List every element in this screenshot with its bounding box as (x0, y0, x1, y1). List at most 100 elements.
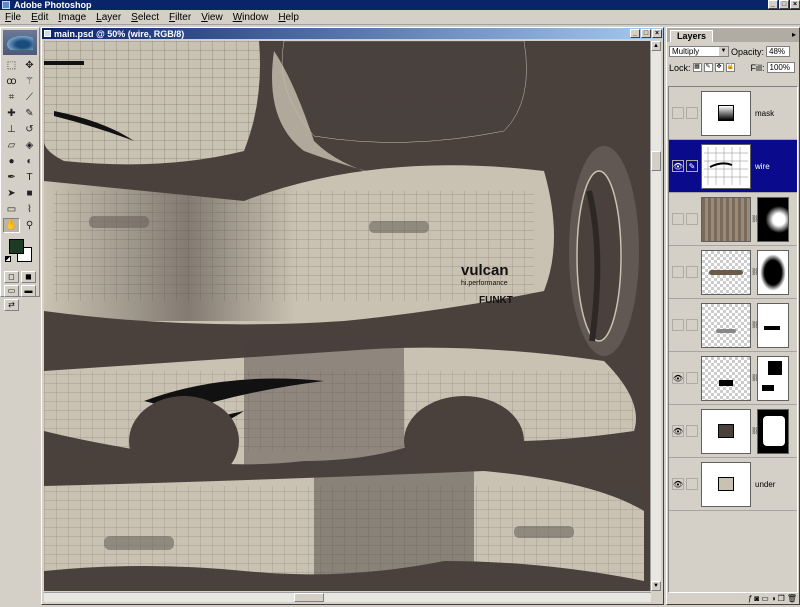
pen-tool-icon[interactable]: ✒ (3, 170, 20, 185)
menu-select[interactable]: Select (126, 12, 164, 23)
bucket-tool-icon[interactable]: ◈ (21, 138, 38, 153)
layer-mask-thumbnail[interactable] (757, 408, 789, 454)
layer-row[interactable]: 👁 ⛓ (669, 405, 797, 458)
toolbox-header[interactable] (3, 30, 37, 55)
hand-tool-icon[interactable]: ✋ (3, 218, 20, 233)
layer-thumbnail (701, 90, 751, 136)
move-tool-icon[interactable]: ✥ (21, 58, 38, 73)
doc-maximize-button[interactable]: □ (641, 29, 651, 38)
lock-all-icon[interactable]: 🔒 (725, 63, 735, 72)
crop-tool-icon[interactable]: ⌗ (3, 90, 20, 105)
slice-tool-icon[interactable]: ⟋ (21, 90, 38, 105)
adjustment-layer-icon[interactable]: ◑ (771, 594, 776, 603)
new-set-icon[interactable]: ▭ (761, 594, 769, 603)
marquee-tool-icon[interactable]: ⬚ (3, 58, 20, 73)
link-toggle[interactable] (686, 107, 698, 119)
document-title-bar[interactable]: main.psd @ 50% (wire, RGB/8) _ □ × (42, 28, 663, 39)
screen-mode-full-button[interactable]: ▬ (21, 285, 36, 297)
add-mask-icon[interactable]: ◙ (754, 594, 759, 603)
link-toggle[interactable] (686, 372, 698, 384)
vertical-scrollbar[interactable]: ▲ ▼ (650, 41, 661, 591)
link-toggle[interactable] (686, 266, 698, 278)
lock-image-icon[interactable]: ✎ (703, 63, 713, 72)
menu-image[interactable]: Image (53, 12, 91, 23)
jump-to-imageready-button[interactable]: ⇄ (4, 299, 19, 311)
tab-layers[interactable]: Layers (670, 30, 714, 42)
minimize-button[interactable]: _ (768, 0, 778, 9)
blend-mode-select[interactable]: Multiply ▼ (669, 46, 729, 57)
doc-minimize-button[interactable]: _ (630, 29, 640, 38)
standard-mode-button[interactable]: ◻ (4, 271, 19, 283)
menu-help[interactable]: Help (273, 12, 304, 23)
scroll-up-icon[interactable]: ▲ (651, 41, 661, 51)
blur-tool-icon[interactable]: ● (3, 154, 20, 169)
horizontal-scroll-thumb[interactable] (294, 593, 324, 602)
close-button[interactable]: × (790, 0, 800, 9)
trash-icon[interactable]: 🗑 (787, 594, 797, 603)
scroll-down-icon[interactable]: ▼ (651, 581, 661, 591)
brush-tool-icon[interactable]: ✎ (21, 106, 38, 121)
fill-field[interactable]: 100% (766, 62, 795, 73)
menu-file[interactable]: File (0, 12, 26, 23)
layer-mask-thumbnail[interactable] (757, 355, 789, 401)
menu-window[interactable]: Window (228, 12, 274, 23)
stamp-tool-icon[interactable]: ⊥ (3, 122, 20, 137)
layer-style-icon[interactable]: ƒ (748, 594, 752, 603)
link-toggle[interactable] (686, 213, 698, 225)
menu-view[interactable]: View (196, 12, 228, 23)
lock-transparency-icon[interactable]: ▦ (692, 63, 702, 72)
link-toggle[interactable] (686, 319, 698, 331)
visibility-toggle[interactable] (672, 213, 684, 225)
document-title: main.psd @ 50% (wire, RGB/8) (54, 28, 185, 39)
layer-mask-thumbnail[interactable] (757, 249, 789, 295)
type-tool-icon[interactable]: T (21, 170, 38, 185)
visibility-toggle[interactable] (672, 107, 684, 119)
layer-row[interactable]: ⛓ (669, 246, 797, 299)
link-toggle[interactable] (686, 478, 698, 490)
eye-icon[interactable]: 👁 (672, 425, 684, 437)
lock-position-icon[interactable]: ✥ (714, 63, 724, 72)
zoom-tool-icon[interactable]: ⚲ (21, 218, 38, 233)
layer-row-under[interactable]: 👁 under (669, 458, 797, 511)
quickmask-mode-button[interactable]: ◼ (21, 271, 36, 283)
default-colors-icon[interactable] (5, 256, 11, 262)
layer-row-mask[interactable]: mask (669, 87, 797, 140)
path-select-tool-icon[interactable]: ➤ (3, 186, 20, 201)
layer-thumbnail (701, 196, 751, 242)
layer-row[interactable]: ⛓ (669, 193, 797, 246)
brush-icon[interactable]: ✎ (686, 160, 698, 172)
doc-close-button[interactable]: × (652, 29, 662, 38)
foreground-color-swatch[interactable] (9, 239, 24, 254)
menu-filter[interactable]: Filter (164, 12, 196, 23)
dodge-tool-icon[interactable]: ◐ (21, 154, 38, 169)
healing-tool-icon[interactable]: ✚ (3, 106, 20, 121)
menu-edit[interactable]: Edit (26, 12, 53, 23)
shape-tool-icon[interactable]: ■ (21, 186, 38, 201)
layer-mask-thumbnail[interactable] (757, 196, 789, 242)
screen-mode-standard-button[interactable]: ▭ (4, 285, 19, 297)
magic-wand-tool-icon[interactable]: ⚚ (21, 74, 38, 89)
notes-tool-icon[interactable]: ▭ (3, 202, 20, 217)
vertical-scroll-thumb[interactable] (651, 151, 661, 171)
palette-menu-icon[interactable]: ▸ (792, 30, 796, 39)
layer-row[interactable]: 👁 ⛓ (669, 352, 797, 405)
link-toggle[interactable] (686, 425, 698, 437)
new-layer-icon[interactable]: ❐ (778, 594, 785, 603)
eye-icon[interactable]: 👁 (672, 160, 684, 172)
eraser-tool-icon[interactable]: ▱ (3, 138, 20, 153)
eye-icon[interactable]: 👁 (672, 372, 684, 384)
eyedropper-tool-icon[interactable]: ⌇ (21, 202, 38, 217)
visibility-toggle[interactable] (672, 266, 684, 278)
opacity-field[interactable]: 48% (766, 46, 791, 57)
layer-mask-thumbnail[interactable] (757, 302, 789, 348)
layer-row[interactable]: ⛓ (669, 299, 797, 352)
lasso-tool-icon[interactable]: ꝏ (3, 74, 20, 89)
eye-icon[interactable]: 👁 (672, 478, 684, 490)
menu-layer[interactable]: Layer (91, 12, 126, 23)
layer-row-wire[interactable]: 👁 ✎ wire (669, 140, 797, 193)
maximize-button[interactable]: □ (779, 0, 789, 9)
history-brush-tool-icon[interactable]: ↺ (21, 122, 38, 137)
horizontal-scrollbar[interactable] (44, 592, 651, 602)
visibility-toggle[interactable] (672, 319, 684, 331)
image-canvas[interactable]: vulcan hi.performance FUNKT (44, 41, 651, 591)
